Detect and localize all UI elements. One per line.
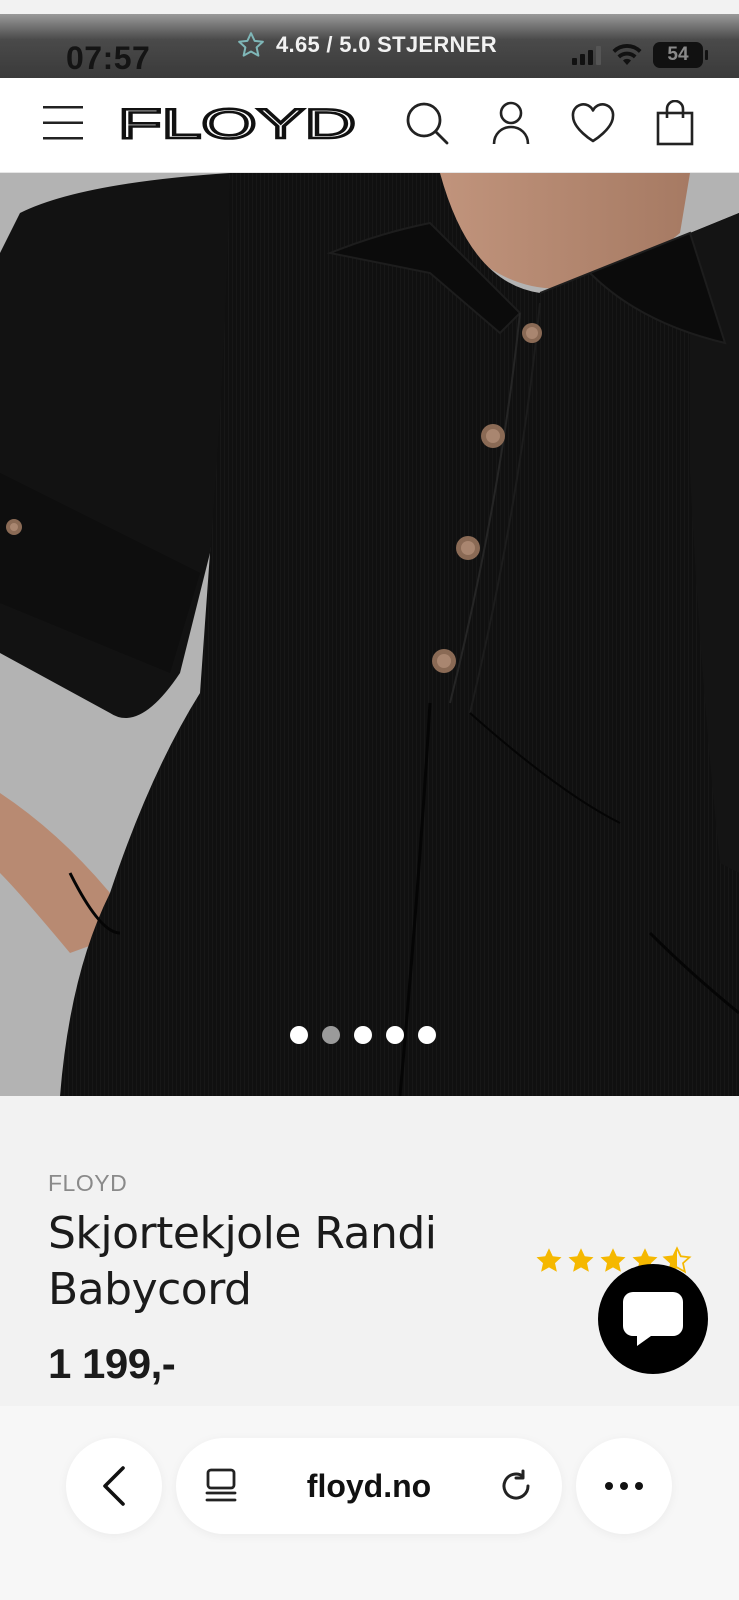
carousel-dot[interactable] [385,1026,404,1044]
browser-back-button[interactable] [66,1438,162,1534]
carousel-dot[interactable] [289,1026,308,1044]
product-photo [0,173,739,1096]
search-icon [406,102,449,145]
svg-text:FLOYD: FLOYD [118,104,356,144]
rating-promo: 4.65 / 5.0 STJERNER [236,30,497,60]
address-bar[interactable]: floyd.no [176,1438,562,1534]
shopping-bag-icon [656,100,694,146]
product-price: 1 199,- [48,1340,176,1387]
account-icon [492,101,530,145]
cellular-signal-icon [572,45,601,65]
star-filled-icon [568,1248,594,1272]
product-page: 07:57 4.65 / 5.0 STJERNER 54 FLOYD FLOYD… [0,0,739,1600]
carousel-dot[interactable] [353,1026,372,1044]
image-carousel-dots [0,1026,732,1044]
heart-icon [571,103,615,143]
product-title: Skjortekjole Randi Babycord [48,1208,437,1315]
menu-icon [43,106,83,140]
site-header: FLOYD [0,78,739,173]
product-brand[interactable]: FLOYD [48,1170,127,1197]
status-bar: 07:57 4.65 / 5.0 STJERNER 54 [0,14,739,78]
status-time: 07:57 [66,40,151,76]
system-icons: 54 [572,42,708,68]
wifi-icon [612,43,642,65]
rating-promo-text: 4.65 / 5.0 STJERNER [276,32,497,57]
reload-icon[interactable] [498,1468,534,1504]
chat-button[interactable] [598,1264,708,1374]
carousel-dot[interactable] [417,1026,436,1044]
wishlist-button[interactable] [568,98,618,148]
account-button[interactable] [486,98,536,148]
search-button[interactable] [402,98,452,148]
chat-bubble-icon [623,1292,683,1346]
star-outline-icon [238,32,264,57]
star-filled-icon [536,1248,562,1272]
browser-toolbar: floyd.no [0,1406,739,1600]
product-info: FLOYD Skjortekjole Randi Babycord 1 199,… [0,1096,739,1406]
cart-button[interactable] [650,98,700,148]
menu-button[interactable] [38,98,88,148]
battery-icon: 54 [653,42,708,68]
floyd-logo[interactable]: FLOYD [118,104,358,144]
more-dots-icon [605,1482,643,1490]
browser-more-button[interactable] [576,1438,672,1534]
chevron-left-icon [103,1466,125,1506]
carousel-dot-active[interactable] [321,1026,340,1044]
product-image[interactable] [0,173,739,1096]
